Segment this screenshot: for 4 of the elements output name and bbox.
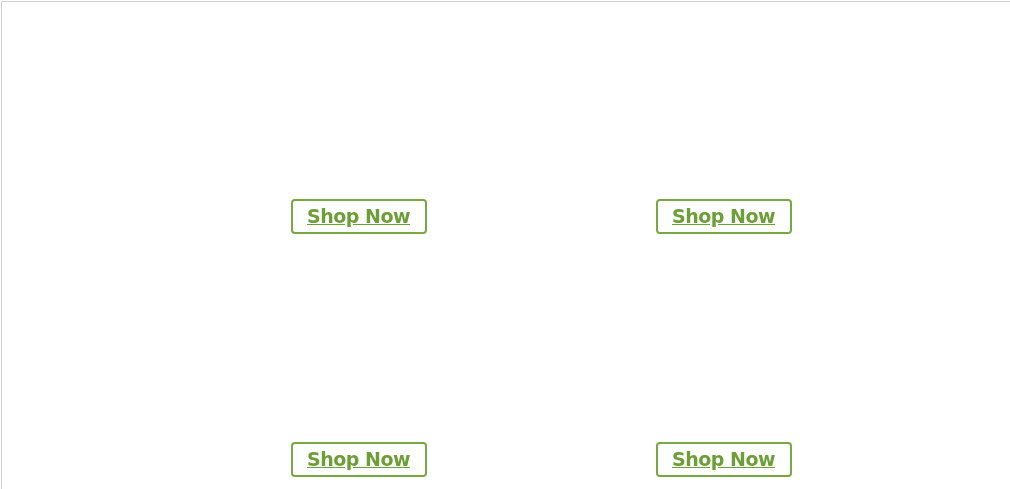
shop-now-button[interactable]: Shop Now: [290, 442, 427, 477]
shop-now-button[interactable]: Shop Now: [655, 199, 792, 234]
shop-now-button[interactable]: Shop Now: [290, 199, 427, 234]
shop-now-button[interactable]: Shop Now: [655, 442, 792, 477]
